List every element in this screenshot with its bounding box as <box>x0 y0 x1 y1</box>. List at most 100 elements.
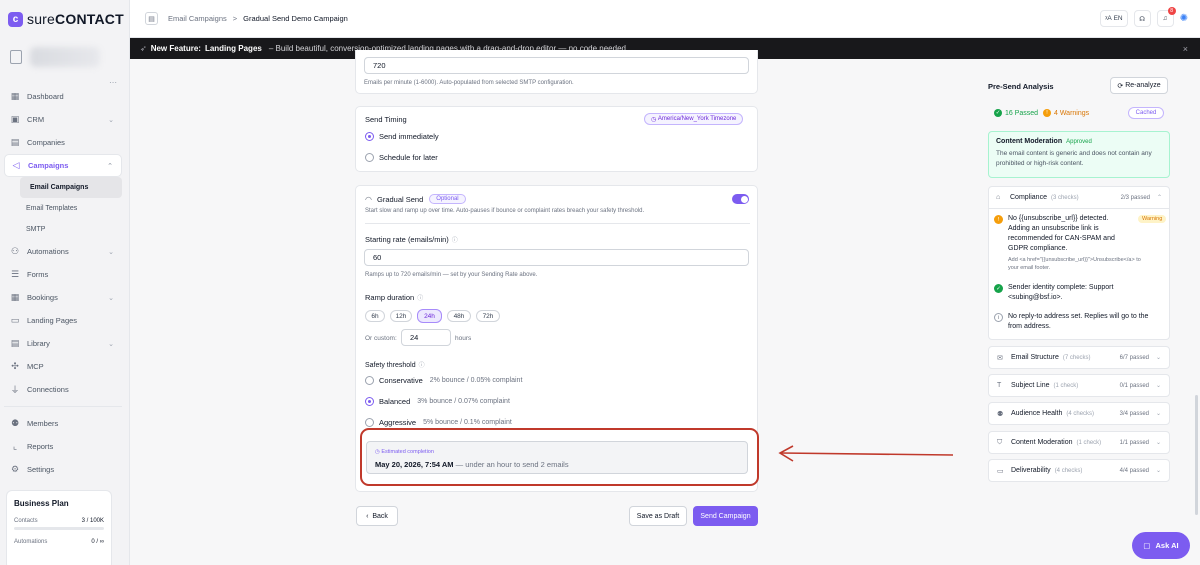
safety-option-name: Balanced <box>379 397 411 406</box>
sidebar-item-connections[interactable]: ⏚ Connections <box>4 378 122 401</box>
sidebar-item-automations[interactable]: ⚇ Automations ⌄ <box>4 240 122 263</box>
mcp-icon: ✣ <box>11 361 19 371</box>
compliance-check-sender: ✓ Sender identity complete: Support <sub… <box>994 283 1113 303</box>
sidebar-subitem-email-templates[interactable]: Email Templates <box>4 198 122 219</box>
sidebar-item-library[interactable]: ▤ Library ⌄ <box>4 332 122 355</box>
sidebar-item-reports[interactable]: ⌞ Reports <box>4 435 122 458</box>
timezone-badge[interactable]: ◷ America/New_York Timezone <box>644 113 744 125</box>
automations-usage: 0 / ∞ <box>91 539 104 545</box>
banner-lead: New Feature: <box>150 44 201 53</box>
reanalyze-button[interactable]: ⟳ Re-analyze <box>1110 77 1168 94</box>
sending-rate-input[interactable]: 720 <box>364 57 749 74</box>
send-campaign-button[interactable]: Send Campaign <box>693 506 758 526</box>
custom-duration-input[interactable]: 24 <box>401 329 451 346</box>
reply-to-line-2: from address. <box>1008 323 1051 330</box>
gradual-send-toggle[interactable] <box>732 194 749 204</box>
section-email-structure[interactable]: ✉ Email Structure (7 checks) 6/7 passed ⌄ <box>988 346 1170 369</box>
safety-option-balanced[interactable]: Balanced 3% bounce / 0.07% complaint <box>365 397 510 406</box>
chat-bubble-icon: ▢ <box>1143 541 1151 550</box>
radio-unselected[interactable] <box>365 376 374 385</box>
sidebar-item-bookings[interactable]: ▦ Bookings ⌄ <box>4 286 122 309</box>
breadcrumb-current: Gradual Send Demo Campaign <box>243 14 348 23</box>
starting-rate-help: Ramps up to 720 emails/min — set by your… <box>365 272 538 278</box>
reanalyze-label: Re-analyze <box>1125 82 1161 89</box>
sidebar-toggle-icon[interactable]: ▤ <box>145 12 158 25</box>
section-result: 3/4 passed <box>1119 410 1149 417</box>
sidebar-item-members[interactable]: ⚉ Members <box>4 412 122 435</box>
sending-rate-help: Emails per minute (1-6000). Auto-populat… <box>364 80 574 86</box>
unsubscribe-line-3: recommended for CAN-SPAM and <box>1008 235 1115 242</box>
info-icon[interactable]: ⓘ <box>417 296 423 302</box>
compliance-header[interactable]: ⌂ Compliance (3 checks) 2/3 passed ⌃ <box>988 186 1170 209</box>
section-count: (1 check) <box>1076 439 1102 446</box>
section-audience-health[interactable]: ⚉ Audience Health (4 checks) 3/4 passed ⌄ <box>988 402 1170 425</box>
sidebar-item-label: Library <box>27 339 50 348</box>
form-icon: ☰ <box>10 269 20 279</box>
ramp-option-12h[interactable]: 12h <box>390 310 412 322</box>
ramp-option-24h[interactable]: 24h <box>417 309 442 323</box>
notification-count-badge: 8 <box>1167 7 1176 15</box>
sidebar-item-campaigns[interactable]: ◁ Campaigns ⌃ <box>4 154 122 177</box>
sidebar-item-dashboard[interactable]: ▦ Dashboard <box>4 85 122 108</box>
compliance-count: (3 checks) <box>1050 194 1079 201</box>
sidebar-item-landing-pages[interactable]: ▭ Landing Pages <box>4 309 122 332</box>
sidebar-item-forms[interactable]: ☰ Forms <box>4 263 122 286</box>
ask-ai-button[interactable]: ▢ Ask AI <box>1132 532 1190 559</box>
sidebar-item-mcp[interactable]: ✣ MCP <box>4 355 122 378</box>
sidebar: c sureCONTACT ⋯ ▦ Dashboard ▣ CRM ⌄ ▤ Compan… <box>0 0 130 565</box>
ramp-option-48h[interactable]: 48h <box>447 310 471 322</box>
sidebar-item-companies[interactable]: ▤ Companies <box>4 131 122 154</box>
radio-unselected[interactable] <box>365 418 374 427</box>
info-icon[interactable]: ⓘ <box>452 238 458 244</box>
ramp-option-72h[interactable]: 72h <box>476 310 500 322</box>
starting-rate-input[interactable]: 60 <box>364 249 749 266</box>
scrollbar[interactable] <box>1195 395 1198 515</box>
pre-send-analysis-title: Pre-Send Analysis <box>988 82 1054 91</box>
close-icon[interactable]: × <box>1183 44 1188 54</box>
calendar-icon: ▦ <box>10 292 20 302</box>
breadcrumb: Email Campaigns > Gradual Send Demo Camp… <box>168 14 348 23</box>
section-subject-line[interactable]: T Subject Line (1 check) 0/1 passed ⌄ <box>988 374 1170 397</box>
section-content-moderation[interactable]: ⛉ Content Moderation (1 check) 1/1 passed ⌄ <box>988 431 1170 454</box>
radio-unselected[interactable] <box>365 153 374 162</box>
library-icon: ▤ <box>10 338 20 348</box>
reply-to-line-1: No reply-to address set. Replies will go… <box>1008 313 1149 320</box>
custom-duration-label: Or custom: <box>365 335 397 342</box>
breadcrumb-email-campaigns[interactable]: Email Campaigns <box>168 14 227 23</box>
sidebar-subitem-smtp[interactable]: SMTP <box>4 219 122 240</box>
brand-logo[interactable]: c sureCONTACT <box>8 11 124 27</box>
info-icon[interactable]: ⓘ <box>419 363 425 369</box>
schedule-later-option[interactable]: Schedule for later <box>365 153 438 162</box>
back-button[interactable]: ‹ Back <box>356 506 398 526</box>
safety-option-aggressive[interactable]: Aggressive 5% bounce / 0.1% complaint <box>365 418 512 427</box>
support-button[interactable]: ☊ <box>1133 10 1151 27</box>
sidebar-item-label: MCP <box>27 362 44 371</box>
breadcrumb-separator-icon: > <box>232 14 238 23</box>
sidebar-subitem-email-campaigns[interactable]: Email Campaigns <box>20 177 122 198</box>
unsubscribe-hint-1: Add <a href="{{unsubscribe_url}}">Unsubs… <box>1008 257 1141 263</box>
settings-gear-icon[interactable]: ✺ <box>1180 13 1188 24</box>
save-draft-button[interactable]: Save as Draft <box>629 506 687 526</box>
sidebar-item-label: Settings <box>27 465 55 474</box>
brand-name-light: sure <box>27 11 56 27</box>
unsubscribe-hint-2: your email footer. <box>1008 265 1051 271</box>
safety-option-conservative[interactable]: Conservative 2% bounce / 0.05% complaint <box>365 376 522 385</box>
section-count: (4 checks) <box>1054 467 1083 474</box>
sidebar-item-settings[interactable]: ⚙ Settings <box>4 458 122 481</box>
section-deliverability[interactable]: ▭ Deliverability (4 checks) 4/4 passed ⌄ <box>988 459 1170 482</box>
starting-rate-label: Starting rate (emails/min) ⓘ <box>365 235 458 244</box>
chevron-down-icon: ⌄ <box>1155 383 1161 389</box>
radio-selected[interactable] <box>365 397 374 406</box>
ramp-option-6h[interactable]: 6h <box>365 310 385 322</box>
sidebar-item-crm[interactable]: ▣ CRM ⌄ <box>4 108 122 131</box>
radio-selected[interactable] <box>365 132 374 141</box>
section-count: (4 checks) <box>1066 410 1095 417</box>
workflow-icon: ⚇ <box>10 246 20 256</box>
language-selector[interactable]: ᵡA EN <box>1100 10 1128 27</box>
safety-threshold-label-text: Safety threshold <box>365 362 416 369</box>
banner-title[interactable]: Landing Pages <box>205 44 262 53</box>
workspace-switcher[interactable] <box>10 40 120 74</box>
send-immediately-option[interactable]: Send immediately <box>365 132 439 141</box>
automations-label: Automations <box>14 539 48 545</box>
notifications-button[interactable]: ♫ 8 <box>1156 7 1176 27</box>
